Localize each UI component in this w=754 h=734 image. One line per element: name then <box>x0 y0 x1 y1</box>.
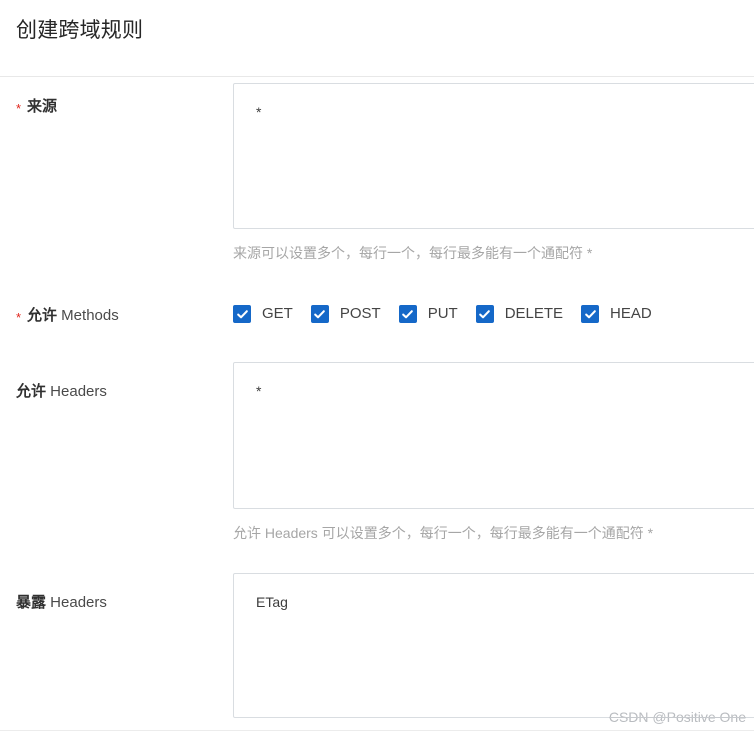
checkbox-item-put[interactable]: PUT <box>398 304 458 324</box>
checkmark-icon[interactable] <box>398 305 417 323</box>
checkbox-label-get: GET <box>262 305 293 322</box>
origin-textarea[interactable] <box>233 83 754 229</box>
methods-checkbox-group: GET POST PUT DELETE HEAD <box>233 302 652 326</box>
field-label-expose-headers-en: Headers <box>46 594 107 611</box>
field-label-methods: 允许 Methods <box>27 305 119 327</box>
checkmark-icon[interactable] <box>310 305 329 323</box>
origin-help-text: 来源可以设置多个，每行一个，每行最多能有一个通配符 * <box>233 245 593 261</box>
checkmark-icon[interactable] <box>475 305 494 323</box>
field-label-origin-cn: 来源 <box>27 98 58 115</box>
checkbox-label-head: HEAD <box>610 305 652 322</box>
field-label-expose-headers: 暴露 Headers <box>16 592 107 614</box>
checkmark-icon[interactable] <box>581 305 600 323</box>
form-row-origin: * 来源 来源可以设置多个，每行一个，每行最多能有一个通配符 * <box>0 77 754 262</box>
checkbox-label-put: PUT <box>427 305 458 322</box>
required-asterisk-origin: * <box>16 101 22 116</box>
allow-headers-help-text: 允许 Headers 可以设置多个，每行一个，每行最多能有一个通配符 * <box>233 525 654 541</box>
cors-rule-dialog: 创建跨域规则 * 来源 来源可以设置多个，每行一个，每行最多能有一个通配符 * … <box>0 0 754 734</box>
page-title: 创建跨域规则 <box>16 19 144 42</box>
field-label-expose-headers-cn: 暴露 <box>16 594 47 611</box>
form-row-methods: * 允许 Methods GET POST PUT DELETE HEAD <box>0 297 754 362</box>
checkbox-label-delete: DELETE <box>504 305 564 322</box>
checkbox-item-get[interactable]: GET <box>233 304 293 324</box>
checkbox-item-post[interactable]: POST <box>310 304 381 324</box>
field-label-allow-headers: 允许 Headers <box>16 381 107 403</box>
field-label-methods-cn: 允许 <box>27 307 58 324</box>
checkmark-icon[interactable] <box>233 305 251 323</box>
checkbox-label-post: POST <box>339 305 381 322</box>
bottom-divider <box>0 730 754 731</box>
cors-rule-form: * 来源 来源可以设置多个，每行一个，每行最多能有一个通配符 * * 允许 Me… <box>0 77 754 730</box>
checkbox-item-delete[interactable]: DELETE <box>475 304 564 324</box>
field-label-allow-headers-en: Headers <box>46 383 107 400</box>
form-row-allow-headers: 允许 Headers 允许 Headers 可以设置多个，每行一个，每行最多能有… <box>0 362 754 547</box>
field-label-methods-en: Methods <box>57 307 119 324</box>
checkbox-item-head[interactable]: HEAD <box>581 304 652 324</box>
allow-headers-textarea[interactable] <box>233 362 754 509</box>
dialog-header: 创建跨域规则 <box>0 0 754 77</box>
expose-headers-textarea[interactable] <box>233 573 754 718</box>
required-asterisk-methods: * <box>16 310 22 325</box>
field-label-allow-headers-cn: 允许 <box>16 383 47 400</box>
form-row-expose-headers: 暴露 Headers <box>0 573 754 728</box>
field-label-origin: 来源 <box>27 96 57 118</box>
